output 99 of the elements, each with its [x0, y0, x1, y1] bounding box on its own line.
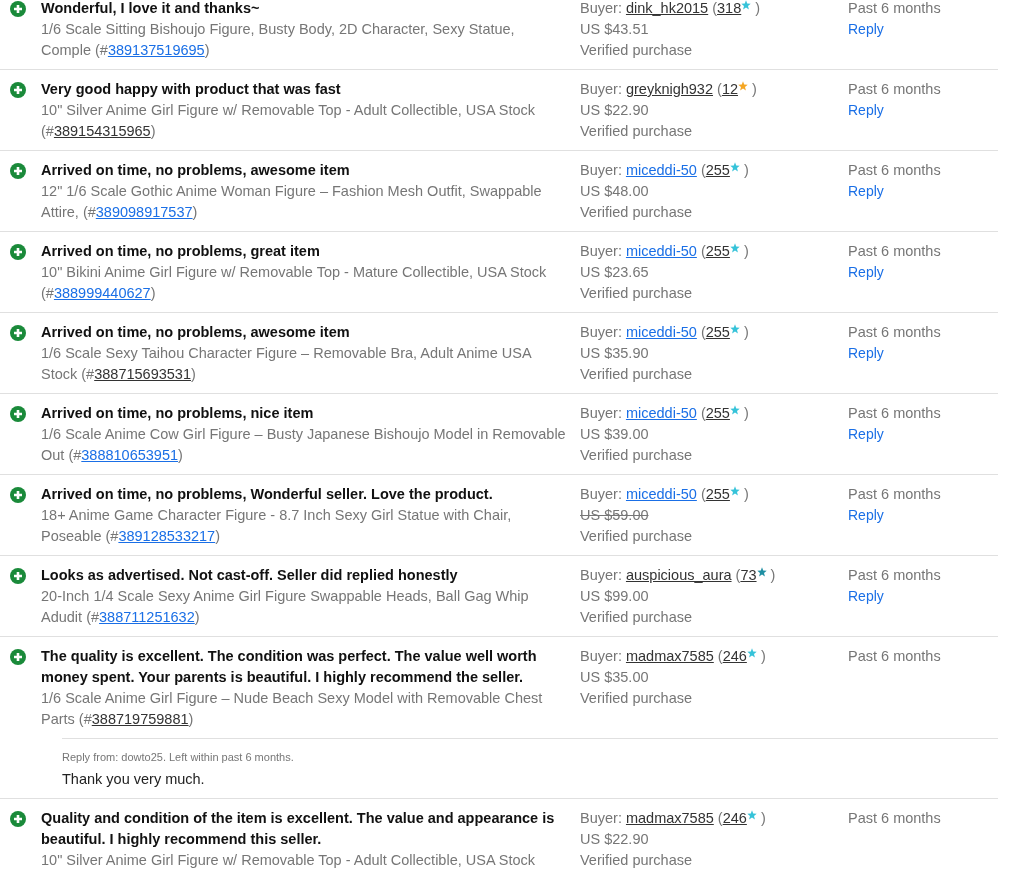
feedback-comment: The quality is excellent. The condition was perfect. The value well worth money spent. Your parents is beautiful. I highly recommend the seller. — [41, 647, 538, 687]
buyer-info: Buyer: auspicious_aura (73 ) — [580, 566, 777, 585]
verified-label: Verified purchase — [580, 608, 694, 627]
feedback-comment: Arrived on time, no problems, Wonderful seller. Love the product. — [41, 485, 494, 504]
reply-link[interactable]: Reply — [848, 100, 884, 121]
verified-label: Verified purchase — [580, 203, 694, 222]
item-number-link[interactable]: 389154315965 — [53, 123, 151, 139]
feedback-time: Past 6 months — [848, 242, 941, 261]
item-number-link[interactable]: 389128533217 — [118, 528, 216, 544]
feedback-comment: Arrived on time, no problems, nice item — [41, 404, 315, 423]
buyer-link[interactable]: madmax7585 — [625, 810, 714, 826]
verified-label: Verified purchase — [580, 41, 694, 60]
verified-label: Verified purchase — [580, 446, 694, 465]
feedback-time: Past 6 months — [848, 161, 941, 180]
score-link[interactable]: 255 — [705, 405, 730, 421]
reply-link[interactable]: Reply — [848, 262, 884, 283]
item-description: 1/6 Scale Sexy Taihou Character Figure – Removable Bra, Adult Anime USA Stock (#388715693531) — [41, 344, 533, 384]
score-link[interactable]: 318 — [717, 0, 742, 16]
verified-label: Verified purchase — [580, 527, 694, 546]
reply-link[interactable]: Reply — [848, 181, 884, 202]
price: US $22.90 — [580, 830, 650, 849]
buyer-info: Buyer: miceddi-50 (255 ) — [580, 161, 750, 180]
feedback-comment: Arrived on time, no problems, awesome item — [41, 323, 351, 342]
score-link[interactable]: 255 — [705, 324, 730, 340]
verified-label: Verified purchase — [580, 284, 694, 303]
verified-label: Verified purchase — [580, 689, 694, 708]
price: US $35.90 — [580, 344, 650, 363]
buyer-link[interactable]: greyknigh932 — [625, 81, 713, 97]
item-number-link[interactable]: 389137519695 — [107, 42, 205, 58]
feedback-comment: Arrived on time, no problems, great item — [41, 242, 321, 261]
item-number-link[interactable]: 388999440627 — [53, 285, 151, 301]
buyer-info: Buyer: miceddi-50 (255 ) — [580, 404, 750, 423]
feedback-time: Past 6 months — [848, 323, 941, 342]
reply-link[interactable]: Reply — [848, 343, 884, 364]
verified-label: Verified purchase — [580, 122, 694, 141]
score-link[interactable]: 246 — [722, 810, 747, 826]
feedback-time: Past 6 months — [848, 566, 941, 585]
buyer-link[interactable]: miceddi-50 — [625, 162, 697, 178]
score-link[interactable]: 246 — [722, 648, 747, 664]
buyer-info: Buyer: miceddi-50 (255 ) — [580, 323, 750, 342]
item-number-link[interactable]: 388715693531 — [94, 366, 191, 382]
item-number-link[interactable]: 388810653951 — [81, 447, 179, 463]
item-description: 12" 1/6 Scale Gothic Anime Woman Figure – Fashion Mesh Outfit, Swappable Attire, (#389098917537) — [41, 182, 543, 222]
feedback-comment: Wonderful, I love it and thanks~ — [41, 0, 261, 18]
feedback-time: Past 6 months — [848, 80, 941, 99]
feedback-time: Past 6 months — [848, 0, 941, 18]
buyer-link[interactable]: miceddi-50 — [625, 324, 697, 340]
feedback-comment: Looks as advertised. Not cast-off. Seller did replied honestly — [41, 566, 459, 585]
feedback-comment: Very good happy with product that was fast — [41, 80, 342, 99]
feedback-comment: Quality and condition of the item is excellent. The value and appearance is beautiful. I highly recommend this seller. — [41, 809, 556, 849]
buyer-info: Buyer: madmax7585 (246 ) — [580, 809, 767, 828]
price: US $23.65 — [580, 263, 650, 282]
reply-text: Thank you very much. — [62, 770, 206, 789]
buyer-info: Buyer: dink_hk2015 (318 ) — [580, 0, 762, 18]
price: US $22.90 — [580, 101, 650, 120]
buyer-info: Buyer: greyknigh932 (12 ) — [580, 80, 758, 99]
score-link[interactable]: 255 — [705, 243, 730, 259]
reply-link[interactable]: Reply — [848, 505, 884, 526]
item-description: 18+ Anime Game Character Figure - 8.7 Inch Sexy Girl Statue with Chair, Poseable (#389128533217) — [41, 506, 513, 546]
price: US $35.00 — [580, 668, 650, 687]
item-number-link[interactable]: 388711251632 — [99, 609, 195, 625]
reply-link[interactable]: Reply — [848, 19, 884, 40]
score-link[interactable]: 255 — [705, 162, 730, 178]
price: US $43.51 — [580, 20, 650, 39]
feedback-time: Past 6 months — [848, 485, 941, 504]
buyer-info: Buyer: miceddi-50 (255 ) — [580, 485, 750, 504]
reply-meta: Reply from: dowto25. Left within past 6 months. — [62, 750, 295, 765]
score-link[interactable]: 73 — [740, 567, 757, 583]
item-description: 1/6 Scale Anime Girl Figure – Nude Beach Sexy Model with Removable Chest Parts (#388719759881) — [41, 689, 544, 729]
buyer-info: Buyer: miceddi-50 (255 ) — [580, 242, 750, 261]
reply-link[interactable]: Reply — [848, 424, 884, 445]
item-description: 10" Silver Anime Girl Figure w/ Removable Top - Adult Collectible, USA Stock — [41, 851, 537, 870]
item-description: 10" Silver Anime Girl Figure w/ Removable Top - Adult Collectible, USA Stock (#389154315965) — [41, 101, 537, 141]
buyer-link[interactable]: miceddi-50 — [625, 243, 697, 259]
buyer-info: Buyer: madmax7585 (246 ) — [580, 647, 767, 666]
buyer-link[interactable]: dink_hk2015 — [625, 0, 709, 16]
item-description: 20-Inch 1/4 Scale Sexy Anime Girl Figure Swappable Heads, Ball Gag Whip Adudit (#388711251632) — [41, 587, 530, 627]
price: US $48.00 — [580, 182, 650, 201]
score-link[interactable]: 255 — [705, 486, 730, 502]
buyer-link[interactable]: madmax7585 — [625, 648, 714, 664]
price: US $39.00 — [580, 425, 650, 444]
item-description: 10" Bikini Anime Girl Figure w/ Removable Top - Mature Collectible, USA Stock (#388999440627) — [41, 263, 548, 303]
item-description: 1/6 Scale Sitting Bishoujo Figure, Busty Body, 2D Character, Sexy Statue, Comple (#389137519695) — [41, 20, 516, 60]
buyer-link[interactable]: miceddi-50 — [625, 405, 697, 421]
verified-label: Verified purchase — [580, 365, 694, 384]
reply-link[interactable]: Reply — [848, 586, 884, 607]
feedback-time: Past 6 months — [848, 404, 941, 423]
item-number-link[interactable]: 389098917537 — [95, 204, 193, 220]
price: US $59.00 — [580, 506, 650, 525]
feedback-time: Past 6 months — [848, 809, 941, 828]
price: US $99.00 — [580, 587, 650, 606]
item-number-link[interactable]: 388719759881 — [91, 711, 189, 727]
verified-label: Verified purchase — [580, 851, 694, 870]
feedback-comment: Arrived on time, no problems, awesome item — [41, 161, 351, 180]
feedback-time: Past 6 months — [848, 647, 941, 666]
item-description: 1/6 Scale Anime Cow Girl Figure – Busty Japanese Bishoujo Model in Removable Out (#388810653951) — [41, 425, 566, 465]
buyer-link[interactable]: auspicious_aura — [625, 567, 732, 583]
score-link[interactable]: 12 — [721, 81, 738, 97]
buyer-link[interactable]: miceddi-50 — [625, 486, 697, 502]
